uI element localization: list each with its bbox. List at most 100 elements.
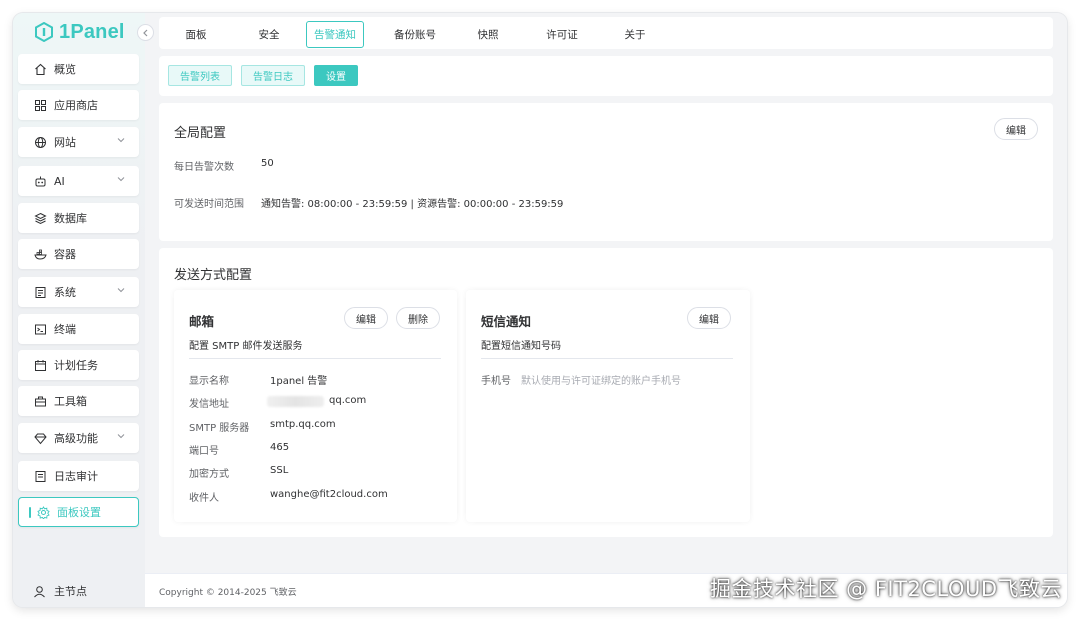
sidebar-item-app-store[interactable]: 应用商店 xyxy=(18,90,139,120)
sidebar-item-label: 应用商店 xyxy=(54,99,98,112)
encryption-value: SSL xyxy=(270,465,289,476)
chevron-down-icon xyxy=(117,177,125,182)
sidebar-item-label: 日志审计 xyxy=(54,470,98,483)
sender-address-label: 发信地址 xyxy=(189,399,229,410)
phone-placeholder: 默认使用与许可证绑定的账户手机号 xyxy=(521,376,681,387)
port-label: 端口号 xyxy=(189,446,219,457)
logo[interactable]: 1Panel xyxy=(35,19,125,45)
email-edit-button[interactable]: 编辑 xyxy=(344,307,388,329)
copyright: Copyright © 2014-2025 飞致云 xyxy=(159,588,297,598)
sidebar-item-toolbox[interactable]: 工具箱 xyxy=(18,386,139,416)
system-icon xyxy=(34,286,47,299)
grid-icon xyxy=(34,99,47,112)
smtp-server-label: SMTP 服务器 xyxy=(189,423,250,434)
sidebar-item-label: 高级功能 xyxy=(54,432,98,445)
tab-security[interactable]: 安全 xyxy=(240,21,298,48)
port-value: 465 xyxy=(270,442,290,453)
main-content: 面板 安全 告警通知 备份账号 快照 许可证 关于 告警列表 告警日志 设置 全… xyxy=(145,13,1067,607)
home-icon xyxy=(34,63,47,76)
database-icon xyxy=(34,212,47,225)
sidebar-item-overview[interactable]: 概览 xyxy=(18,54,139,84)
chevron-down-icon xyxy=(117,138,125,143)
sidebar-item-ai[interactable]: AI xyxy=(18,166,139,196)
diamond-icon xyxy=(34,432,47,445)
docker-icon xyxy=(34,248,47,261)
sms-panel: 短信通知 编辑 配置短信通知号码 手机号 默认使用与许可证绑定的账户手机号 xyxy=(466,290,750,522)
tab-panel[interactable]: 面板 xyxy=(167,21,225,48)
divider xyxy=(189,358,441,359)
app-window: 1Panel 概览 应用商店 网站 AI 数据库 容器 系统 终端 计划任务 工… xyxy=(13,13,1067,607)
terminal-icon xyxy=(34,323,47,336)
tab-license[interactable]: 许可证 xyxy=(533,21,591,48)
send-time-label: 可发送时间范围 xyxy=(174,199,244,210)
sidebar: 1Panel 概览 应用商店 网站 AI 数据库 容器 系统 终端 计划任务 工… xyxy=(13,13,154,607)
node-label: 主节点 xyxy=(54,585,87,598)
sidebar-item-advanced[interactable]: 高级功能 xyxy=(18,423,139,453)
log-icon xyxy=(34,470,47,483)
send-method-title: 发送方式配置 xyxy=(174,268,253,283)
sidebar-item-panel-settings[interactable]: 面板设置 xyxy=(18,497,139,527)
tab-snapshot[interactable]: 快照 xyxy=(459,21,517,48)
logo-icon xyxy=(35,22,53,42)
divider xyxy=(481,358,733,359)
send-method-card: 发送方式配置 邮箱 编辑 删除 配置 SMTP 邮件发送服务 显示名称 1pan… xyxy=(159,248,1053,537)
collapse-sidebar-button[interactable] xyxy=(137,24,154,41)
robot-icon xyxy=(34,175,47,188)
sidebar-item-terminal[interactable]: 终端 xyxy=(18,314,139,344)
recipient-value: wanghe@fit2cloud.com xyxy=(270,489,388,500)
alert-log-button[interactable]: 告警日志 xyxy=(241,65,305,86)
gear-icon xyxy=(37,505,50,519)
email-delete-button[interactable]: 删除 xyxy=(396,307,440,329)
display-name-value: 1panel 告警 xyxy=(270,376,328,387)
global-edit-button[interactable]: 编辑 xyxy=(994,118,1038,140)
display-name-label: 显示名称 xyxy=(189,376,229,387)
recipient-label: 收件人 xyxy=(189,493,219,504)
top-tabs: 面板 安全 告警通知 备份账号 快照 许可证 关于 xyxy=(159,17,1053,49)
sidebar-item-label: 工具箱 xyxy=(54,395,87,408)
sidebar-item-label: 计划任务 xyxy=(54,359,98,372)
redacted-mask xyxy=(267,396,324,407)
send-time-value: 通知告警: 08:00:00 - 23:59:59 | 资源告警: 00:00:… xyxy=(261,199,564,210)
sidebar-item-website[interactable]: 网站 xyxy=(18,127,139,157)
sidebar-item-label: AI xyxy=(54,174,65,188)
sidebar-item-label: 容器 xyxy=(54,248,76,261)
calendar-icon xyxy=(34,359,47,372)
global-config-card: 全局配置 编辑 每日告警次数 50 可发送时间范围 通知告警: 08:00:00… xyxy=(159,103,1053,241)
email-title: 邮箱 xyxy=(189,314,215,329)
smtp-server-value: smtp.qq.com xyxy=(270,419,336,430)
global-config-title: 全局配置 xyxy=(174,126,227,141)
sender-address-value: qq.com xyxy=(329,395,367,406)
alert-list-button[interactable]: 告警列表 xyxy=(168,65,232,86)
settings-button[interactable]: 设置 xyxy=(314,65,358,86)
sidebar-item-system[interactable]: 系统 xyxy=(18,277,139,307)
sidebar-item-label: 概览 xyxy=(54,63,76,76)
sidebar-item-label: 网站 xyxy=(54,136,76,149)
tab-alert-notification[interactable]: 告警通知 xyxy=(306,21,364,48)
sidebar-item-log-audit[interactable]: 日志审计 xyxy=(18,461,139,491)
toolbox-icon xyxy=(34,395,47,408)
sidebar-item-database[interactable]: 数据库 xyxy=(18,203,139,233)
sidebar-item-label: 数据库 xyxy=(54,212,87,225)
email-panel: 邮箱 编辑 删除 配置 SMTP 邮件发送服务 显示名称 1panel 告警 发… xyxy=(174,290,457,522)
sms-title: 短信通知 xyxy=(481,314,532,329)
tab-backup-account[interactable]: 备份账号 xyxy=(386,21,444,48)
watermark: 掘金技术社区 @ FIT2CLOUD飞致云 xyxy=(710,577,1062,601)
user-icon xyxy=(34,585,45,597)
logo-text: 1Panel xyxy=(59,20,125,43)
sub-tabs: 告警列表 告警日志 设置 xyxy=(159,56,1053,96)
sms-edit-button[interactable]: 编辑 xyxy=(687,307,731,329)
daily-limit-value: 50 xyxy=(261,158,274,169)
chevron-down-icon xyxy=(117,288,125,293)
sidebar-item-cron[interactable]: 计划任务 xyxy=(18,350,139,380)
sidebar-item-label: 面板设置 xyxy=(57,506,101,519)
encryption-label: 加密方式 xyxy=(189,469,229,480)
chevron-left-icon xyxy=(143,29,148,36)
sidebar-item-label: 系统 xyxy=(54,286,76,299)
node-switcher[interactable]: 主节点 xyxy=(33,583,87,599)
chevron-down-icon xyxy=(117,434,125,439)
phone-label: 手机号 xyxy=(481,376,511,387)
sidebar-item-label: 终端 xyxy=(54,323,76,336)
sidebar-item-container[interactable]: 容器 xyxy=(18,239,139,269)
tab-about[interactable]: 关于 xyxy=(606,21,664,48)
sms-desc: 配置短信通知号码 xyxy=(481,341,561,352)
